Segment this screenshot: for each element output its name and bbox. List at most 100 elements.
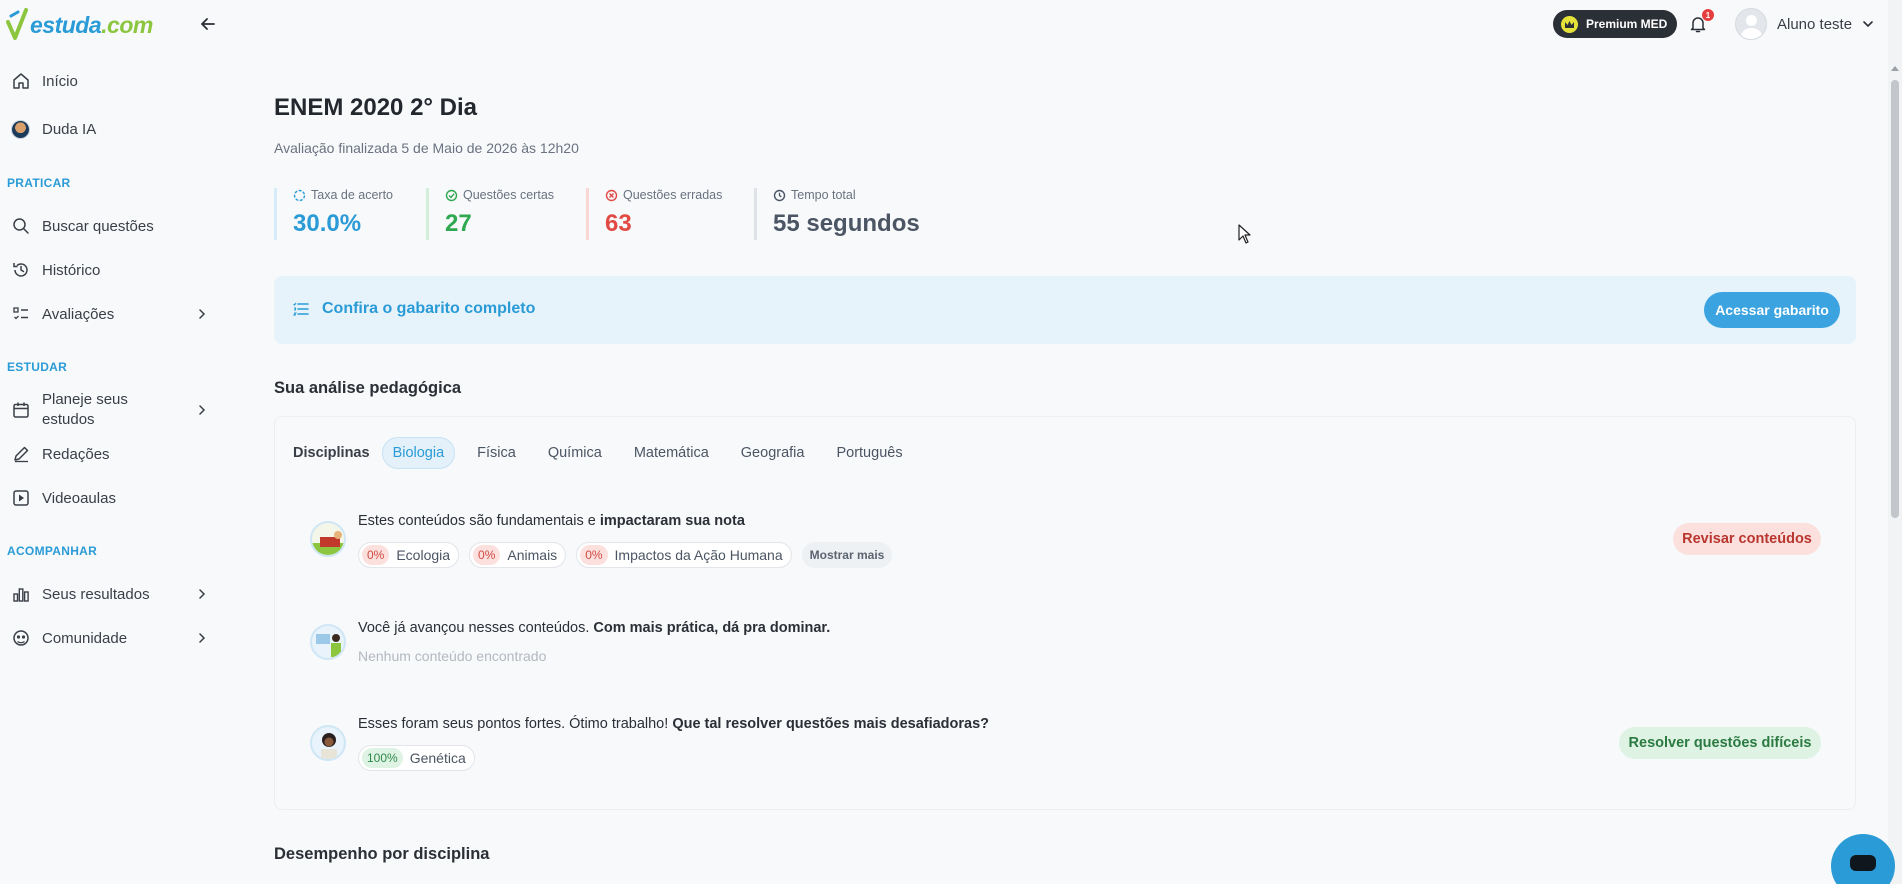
- chevron-right-icon: [199, 405, 206, 415]
- chevron-right-icon: [199, 309, 206, 319]
- acessar-gabarito-button[interactable]: Acessar gabarito: [1704, 292, 1840, 328]
- empty-state-text: Nenhum conteúdo encontrado: [358, 648, 547, 664]
- chip-pct: 100%: [362, 748, 403, 768]
- logo[interactable]: estuda.com: [6, 8, 153, 42]
- row-text-2: Você já avançou nesses conteúdos. Com ma…: [358, 620, 830, 636]
- row-text-bold: impactaram sua nota: [599, 513, 745, 529]
- chevron-down-icon: [1863, 21, 1873, 28]
- community-icon: [11, 629, 30, 648]
- sidebar-item-historico[interactable]: Histórico: [0, 252, 222, 288]
- stat-label: Questões erradas: [623, 188, 723, 202]
- sidebar-item-buscar-questoes[interactable]: Buscar questões: [0, 208, 222, 244]
- stat-taxa-acerto: Taxa de acerto 30.0%: [274, 188, 393, 240]
- sidebar-item-duda-ia[interactable]: Duda IA: [0, 111, 222, 147]
- revisar-conteudos-button[interactable]: Revisar conteúdos: [1673, 523, 1821, 555]
- content-chip[interactable]: 0% Animais: [469, 542, 567, 568]
- sidebar-item-label: Avaliações: [42, 305, 115, 323]
- scrollbar-thumb[interactable]: [1891, 80, 1899, 518]
- notifications-button[interactable]: 1: [1690, 9, 1714, 35]
- analysis-card: Disciplinas Biologia Física Química Mate…: [274, 416, 1856, 810]
- tab-geografia[interactable]: Geografia: [731, 437, 815, 469]
- tab-biologia[interactable]: Biologia: [381, 437, 456, 469]
- discipline-tabs: Disciplinas Biologia Física Química Mate…: [293, 437, 925, 469]
- home-icon: [11, 72, 30, 91]
- search-icon: [11, 217, 30, 236]
- collapse-sidebar-button[interactable]: [198, 14, 218, 34]
- row-text-1: Estes conteúdos são fundamentais e impac…: [358, 513, 745, 529]
- logo-check-icon: [6, 8, 28, 40]
- analysis-heading: Sua análise pedagógica: [274, 379, 462, 397]
- performance-heading: Desempenho por disciplina: [274, 845, 490, 863]
- arrow-left-icon: [201, 18, 215, 30]
- page-subtitle: Avaliação finalizada 5 de Maio de 2026 à…: [274, 140, 579, 156]
- content-chip[interactable]: 100% Genética: [358, 745, 475, 771]
- tab-portugues[interactable]: Português: [826, 437, 912, 469]
- checklist-icon: [11, 305, 30, 324]
- chat-button[interactable]: [1831, 834, 1895, 884]
- stat-questoes-erradas: Questões erradas 63: [586, 188, 722, 240]
- progress-circle-icon: [293, 189, 306, 201]
- content-chip[interactable]: 0% Ecologia: [358, 542, 460, 568]
- chip-pct: 0%: [362, 545, 390, 565]
- tab-matematica[interactable]: Matemática: [624, 437, 719, 469]
- page-title: ENEM 2020 2° Dia: [274, 94, 478, 121]
- scroll-up-icon: [1891, 66, 1899, 71]
- stat-tempo-total: Tempo total 55 segundos: [754, 188, 920, 240]
- section-title-praticar: PRATICAR: [7, 176, 71, 190]
- play-icon: [11, 489, 30, 508]
- section-title-estudar: ESTUDAR: [7, 360, 68, 374]
- chat-icon: [1850, 855, 1876, 871]
- chip-label: Animais: [507, 547, 558, 563]
- avatar: [1735, 8, 1767, 40]
- tab-fisica[interactable]: Física: [467, 437, 526, 469]
- sidebar-item-label: Redações: [42, 445, 110, 463]
- clock-icon: [773, 189, 786, 201]
- sidebar-item-label: Videoaulas: [42, 489, 116, 507]
- calendar-icon: [11, 401, 30, 420]
- stat-label-row: Tempo total: [773, 188, 920, 202]
- mostrar-mais-button[interactable]: Mostrar mais: [801, 542, 893, 568]
- list-icon: [292, 302, 309, 316]
- row-text-plain: Estes conteúdos são fundamentais e: [358, 513, 600, 529]
- sidebar-item-inicio[interactable]: Início: [0, 63, 222, 99]
- crown-icon: [1561, 15, 1578, 33]
- stat-value: 63: [605, 210, 632, 237]
- sidebar-item-planeje-estudos[interactable]: Planeje seus estudos: [0, 390, 222, 430]
- stat-value: 27: [445, 210, 472, 237]
- section-title-acompanhar: ACOMPANHAR: [7, 544, 98, 558]
- sidebar-item-videoaulas[interactable]: Videoaulas: [0, 480, 222, 516]
- row-illustration-1: [310, 521, 346, 557]
- stat-label: Questões certas: [463, 188, 555, 202]
- logo-text-domain: .com: [101, 11, 153, 38]
- row-text-bold: Com mais prática, dá pra dominar.: [593, 620, 831, 636]
- premium-badge[interactable]: Premium MED: [1553, 10, 1677, 38]
- sidebar-item-seus-resultados[interactable]: Seus resultados: [0, 576, 222, 612]
- chevron-right-icon: [199, 589, 206, 599]
- sidebar-item-redacoes[interactable]: Redações: [0, 436, 222, 472]
- row-text-plain: Você já avançou nesses conteúdos.: [358, 620, 594, 636]
- notification-count-badge: 1: [1702, 9, 1714, 21]
- sidebar-item-label: Início: [42, 72, 78, 90]
- sidebar-item-label: Duda IA: [42, 120, 97, 138]
- sidebar-item-label: Histórico: [42, 261, 101, 279]
- stat-label: Tempo total: [791, 188, 856, 202]
- row-text-3: Esses foram seus pontos fortes. Ótimo tr…: [358, 716, 989, 732]
- scrollbar[interactable]: [1888, 0, 1902, 884]
- sidebar-item-label: Comunidade: [42, 629, 128, 647]
- tab-quimica[interactable]: Química: [538, 437, 612, 469]
- gabarito-text: Confira o gabarito completo: [322, 300, 536, 317]
- chip-label: Genética: [409, 750, 466, 766]
- content-chip[interactable]: 0% Impactos da Ação Humana: [576, 542, 792, 568]
- stat-label: Taxa de acerto: [311, 188, 393, 202]
- user-menu[interactable]: Aluno teste: [1735, 7, 1874, 41]
- chip-list-3: 100% Genética: [358, 745, 475, 771]
- resolver-questoes-dificeis-button[interactable]: Resolver questões difíceis: [1619, 727, 1821, 759]
- mouse-cursor-icon: [1238, 224, 1251, 244]
- sidebar-item-comunidade[interactable]: Comunidade: [0, 620, 222, 656]
- sidebar-item-avaliacoes[interactable]: Avaliações: [0, 296, 222, 332]
- row-text-plain: Esses foram seus pontos fortes. Ótimo tr…: [358, 716, 673, 732]
- tabs-label: Disciplinas: [293, 445, 370, 461]
- chip-pct: 0%: [473, 545, 501, 565]
- sidebar-item-label-line2: estudos: [42, 411, 95, 428]
- history-icon: [11, 261, 30, 280]
